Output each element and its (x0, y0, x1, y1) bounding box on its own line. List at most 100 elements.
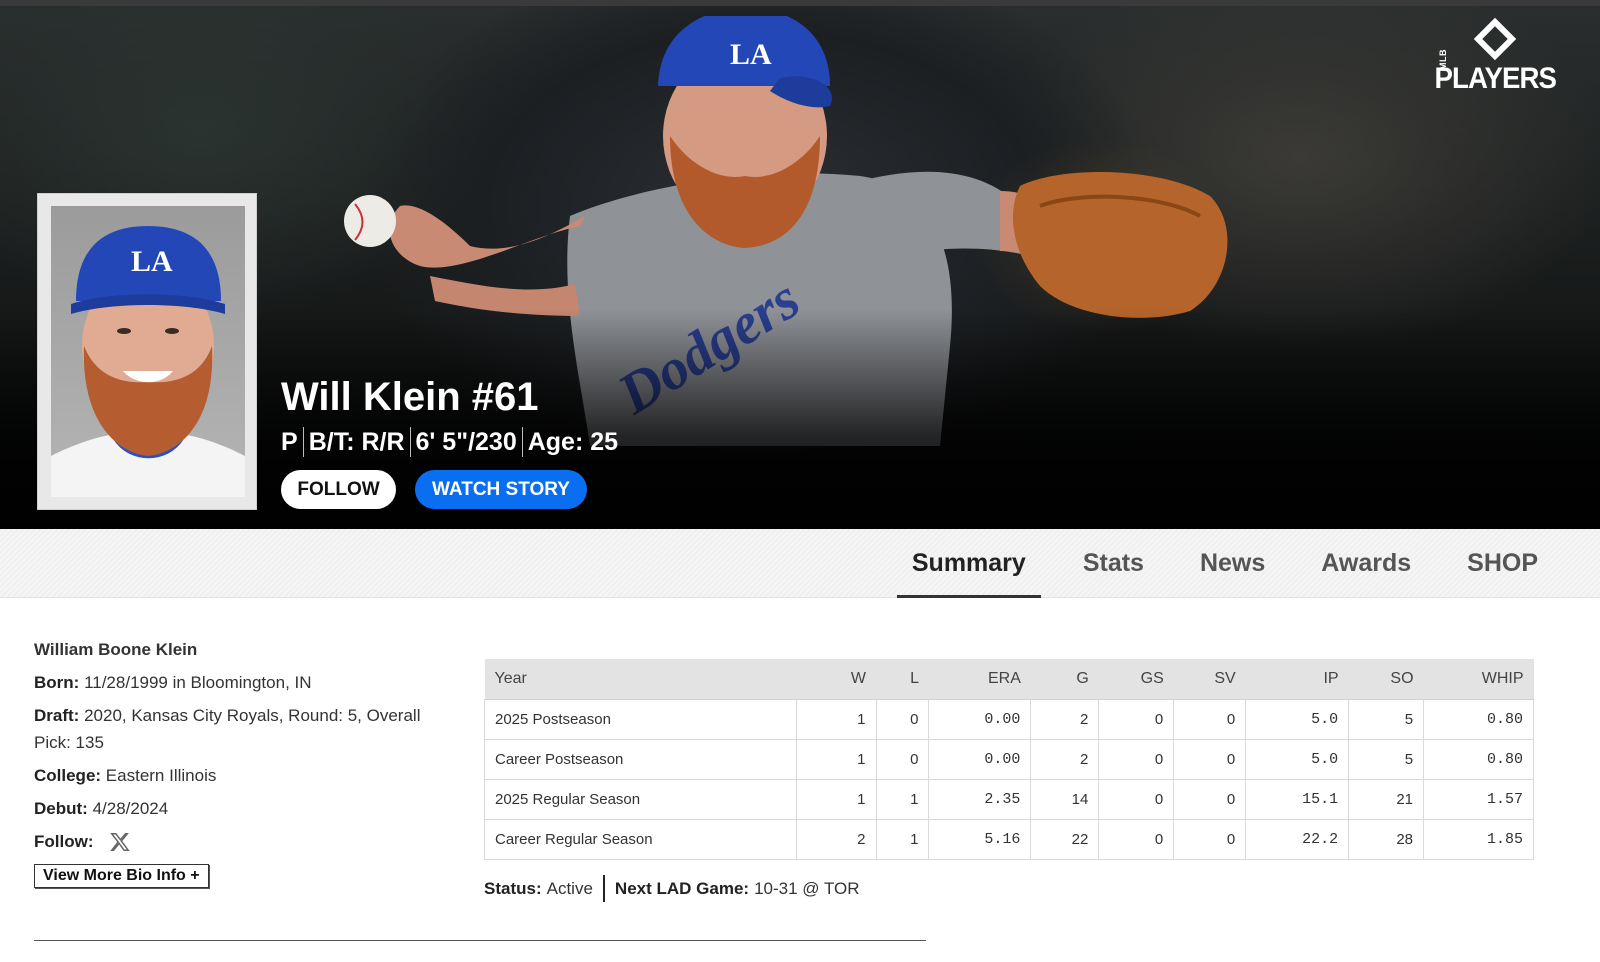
cell-era: 0.00 (928, 738, 1032, 780)
profile-nav: Summary Stats News Awards SHOP (0, 529, 1600, 598)
cell-gs: 0 (1098, 738, 1175, 780)
status-label: Status: (484, 878, 542, 898)
tab-shop[interactable]: SHOP (1439, 529, 1566, 598)
next-game-value: 10-31 @ TOR (754, 878, 860, 898)
cell-sv: 0 (1173, 778, 1247, 820)
col-header-l: L (876, 659, 929, 700)
col-header-sv: SV (1173, 659, 1246, 700)
svg-text:LA: LA (730, 38, 772, 71)
cell-g: 2 (1030, 698, 1100, 740)
cell-year: 2025 Postseason (484, 698, 797, 740)
brand-logo[interactable]: MLB PLAYERS (1430, 17, 1557, 95)
bio-full-name: William Boone Klein (34, 640, 198, 659)
cell-year: Career Postseason (484, 738, 797, 780)
cell-l: 1 (875, 778, 930, 820)
bio-follow-label: Follow: (34, 832, 94, 851)
cell-g: 14 (1030, 778, 1100, 820)
cell-l: 0 (875, 738, 930, 780)
cell-whip: 0.80 (1423, 738, 1534, 780)
cell-w: 1 (795, 778, 877, 820)
bio-debut-label: Debut: (34, 799, 88, 818)
hero-banner: LA Dodgers MLB PLAYERS (0, 6, 1600, 539)
cell-ip: 22.2 (1245, 818, 1350, 860)
cell-w: 2 (795, 818, 877, 860)
col-header-year: Year (484, 659, 797, 700)
tab-news[interactable]: News (1172, 529, 1293, 598)
bio-draft-value: 2020, Kansas City Royals, Round: 5, Over… (34, 706, 421, 752)
cell-l: 0 (875, 698, 930, 740)
view-more-bio-button[interactable]: View More Bio Info + (34, 864, 209, 888)
cell-era: 0.00 (928, 698, 1032, 740)
cell-sv: 0 (1173, 818, 1247, 860)
stats-summary-table: Year W L ERA G GS SV IP SO WHIP 2025 Pos… (484, 659, 1534, 860)
cell-so: 5 (1348, 698, 1425, 740)
bio-debut-value: 4/28/2024 (92, 799, 169, 818)
brand-diamond-icon (1473, 17, 1517, 61)
bio-born: Born: 11/28/1999 in Bloomington, IN (34, 669, 454, 696)
cell-gs: 0 (1098, 698, 1175, 740)
col-header-w: W (796, 659, 877, 700)
cell-l: 1 (875, 818, 930, 860)
cell-w: 1 (795, 738, 877, 780)
col-header-g: G (1030, 659, 1099, 700)
watch-story-button[interactable]: WATCH STORY (415, 470, 587, 509)
status-divider (602, 875, 605, 902)
stats-header-row: Year W L ERA G GS SV IP SO WHIP (484, 659, 1534, 700)
cell-gs: 0 (1098, 818, 1175, 860)
x-social-icon[interactable] (109, 831, 131, 853)
follow-button[interactable]: FOLLOW (281, 470, 396, 509)
player-age: Age: 25 (527, 428, 619, 456)
cell-w: 1 (795, 698, 877, 740)
cell-year: 2025 Regular Season (484, 778, 797, 820)
bio-draft-label: Draft: (34, 706, 80, 725)
cell-ip: 5.0 (1245, 738, 1350, 780)
table-row: Career Regular Season 2 1 5.16 22 0 0 22… (484, 818, 1534, 860)
player-headshot: LA (51, 206, 245, 497)
table-row: Career Postseason 1 0 0.00 2 0 0 5.0 5 0… (484, 738, 1534, 780)
cell-so: 28 (1348, 818, 1425, 860)
nav-tabs: Summary Stats News Awards SHOP (896, 529, 1566, 598)
tab-stats[interactable]: Stats (1055, 529, 1172, 598)
bio-born-label: Born: (34, 673, 80, 692)
bio-draft: Draft: 2020, Kansas City Royals, Round: … (34, 702, 454, 756)
status-value: Active (546, 878, 593, 898)
bio-follow: Follow: (34, 828, 454, 855)
tab-summary[interactable]: Summary (896, 529, 1041, 598)
bio-college-value: Eastern Illinois (105, 766, 217, 785)
cell-whip: 1.57 (1423, 778, 1534, 820)
player-bats-throws: B/T: R/R (308, 428, 405, 456)
cell-sv: 0 (1173, 698, 1247, 740)
cell-so: 21 (1348, 778, 1425, 820)
bio-born-value: 11/28/1999 in Bloomington, IN (84, 673, 312, 692)
col-header-so: SO (1348, 659, 1424, 700)
meta-divider (409, 427, 411, 457)
cell-ip: 15.1 (1245, 778, 1350, 820)
cell-year: Career Regular Season (484, 818, 797, 860)
player-headshot-frame: LA (37, 193, 257, 510)
bio-debut: Debut: 4/28/2024 (34, 795, 454, 822)
meta-divider (521, 427, 523, 457)
col-header-gs: GS (1098, 659, 1174, 700)
cell-sv: 0 (1173, 738, 1247, 780)
table-row: 2025 Regular Season 1 1 2.35 14 0 0 15.1… (484, 778, 1534, 820)
player-bio: William Boone Klein Born: 11/28/1999 in … (34, 636, 454, 888)
player-name: Will Klein #61 (281, 375, 539, 419)
cell-so: 5 (1348, 738, 1425, 780)
cell-whip: 0.80 (1423, 698, 1534, 740)
tab-awards[interactable]: Awards (1293, 529, 1439, 598)
col-header-ip: IP (1245, 659, 1349, 700)
player-height-weight: 6' 5"/230 (415, 428, 517, 456)
next-game-label: Next LAD Game: (614, 878, 750, 898)
headshot-illustration: LA (51, 226, 245, 497)
col-header-era: ERA (928, 659, 1031, 700)
cell-ip: 5.0 (1245, 698, 1350, 740)
cell-era: 2.35 (928, 778, 1032, 820)
brand-logo-text: PLAYERS (1434, 62, 1557, 95)
section-divider (34, 940, 926, 941)
table-row: 2025 Postseason 1 0 0.00 2 0 0 5.0 5 0.8… (484, 698, 1534, 740)
cell-g: 22 (1030, 818, 1100, 860)
meta-divider (302, 427, 304, 457)
cell-whip: 1.85 (1423, 818, 1534, 860)
col-header-whip: WHIP (1423, 659, 1534, 700)
cell-gs: 0 (1098, 778, 1175, 820)
